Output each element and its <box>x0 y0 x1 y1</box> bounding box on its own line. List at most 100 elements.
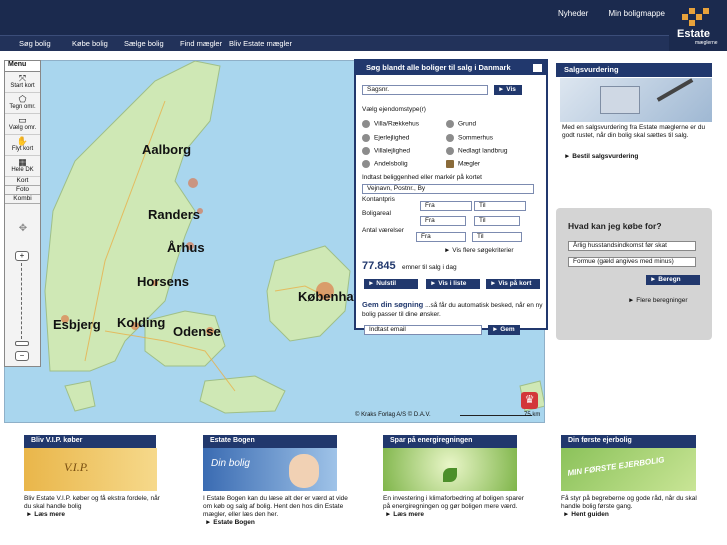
show-map-button[interactable]: ► Vis på kort <box>486 279 540 289</box>
nav-find-agent[interactable]: Find mægler <box>180 39 222 48</box>
location-label: Indtast beliggenhed eller markér på kort… <box>362 174 482 181</box>
card-book-link[interactable]: ► Estate Bogen <box>205 519 361 526</box>
type-landbrug-label: Nedlagt landbrug <box>458 147 508 155</box>
type-ejerlejlighed-label: Ejerlejlighed <box>374 134 410 142</box>
estate-logo[interactable]: Estate mæglerne <box>669 0 727 51</box>
card-energy: Spar på energiregningen En investering i… <box>383 435 541 518</box>
location-input[interactable]: Vejnavn, Postnr., By <box>362 184 534 194</box>
card-vip-title[interactable]: Bliv V.I.P. køber <box>24 435 156 448</box>
logo-text: Estate <box>677 28 711 40</box>
nav-sell-home[interactable]: Sælge bolig <box>124 39 164 48</box>
result-count: 77.845 <box>362 260 396 272</box>
card-energy-link[interactable]: ► Læs mere <box>385 511 541 518</box>
zoom-slider[interactable] <box>21 263 22 339</box>
city-kolding[interactable]: Kolding <box>117 315 165 330</box>
case-number-input[interactable]: Sagsnr. <box>362 85 488 95</box>
landbrug-badge-icon <box>446 147 454 155</box>
more-criteria-link[interactable]: ► Vis flere søgekriterier <box>444 247 514 254</box>
zoom-in-button[interactable]: + <box>15 251 29 261</box>
grund-badge-icon <box>446 120 454 128</box>
assets-input[interactable]: Formue (gæld angives med minus) <box>568 257 696 267</box>
card-energy-image[interactable] <box>383 448 517 491</box>
card-energy-title[interactable]: Spar på energiregningen <box>383 435 517 448</box>
tool-pan-map[interactable]: ✋ Flyt kort <box>5 135 40 156</box>
show-list-label: Vis i liste <box>438 280 467 287</box>
type-andelsbolig[interactable]: Andelsbolig <box>362 160 408 168</box>
map-scale-label: 75 km <box>524 412 541 418</box>
calculate-label: Beregn <box>658 276 681 283</box>
news-link[interactable]: Nyheder <box>558 9 588 18</box>
nav-search-home[interactable]: Søg bolig <box>19 39 51 48</box>
reset-button[interactable]: ► Nulstil <box>364 279 418 289</box>
show-case-button[interactable]: ► Vis <box>494 85 522 95</box>
rooms-to-input[interactable]: Til <box>472 232 522 242</box>
card-vip-image[interactable]: V.I.P. <box>24 448 157 491</box>
card-first-home-title[interactable]: Din første ejerbolig <box>561 435 696 448</box>
type-nedlagt-landbrug[interactable]: Nedlagt landbrug <box>446 147 508 155</box>
type-maegler[interactable]: Mægler <box>446 160 480 168</box>
save-search-title[interactable]: Gem din søgning <box>362 300 423 309</box>
type-grund[interactable]: Grund <box>446 120 476 128</box>
income-input[interactable]: Årlig husstandsindkomst før skat <box>568 241 696 251</box>
card-book-image[interactable]: Din bolig <box>203 448 337 491</box>
card-first-home-link[interactable]: ► Hent guiden <box>563 511 719 518</box>
map-toolbar: Menu ⤧ Start kort ⬠ Tegn omr. ▭ Vælg omr. ✋… <box>4 60 41 367</box>
area-from-input[interactable]: Fra <box>420 216 466 226</box>
map-tab-photo[interactable]: Foto <box>5 186 40 195</box>
valuation-link[interactable]: ► Bestil salgsvurdering <box>564 153 638 160</box>
type-villalejlighed-label: Villalejlighed <box>374 147 411 155</box>
result-count-suffix: emner til salg i dag <box>402 264 457 271</box>
more-calculations-link[interactable]: ► Flere beregninger <box>628 297 688 304</box>
my-folder-link[interactable]: Min boligmappe <box>609 9 665 18</box>
type-label: Vælg ejendomstype(r) <box>362 106 426 113</box>
price-to-input[interactable]: Til <box>474 201 526 211</box>
rooms-label: Antal værelser <box>362 227 404 234</box>
zoom-out-button[interactable]: − <box>15 351 29 361</box>
type-sommerhus-label: Sommerhus <box>458 134 494 142</box>
type-sommerhus[interactable]: Sommerhus <box>446 134 493 142</box>
rooms-from-input[interactable]: Fra <box>416 232 466 242</box>
villa-badge-icon <box>362 120 370 128</box>
zoom-handle[interactable] <box>15 341 29 346</box>
price-from-input[interactable]: Fra <box>420 201 472 211</box>
save-button[interactable]: ► Gem <box>488 325 520 335</box>
nav-buy-home[interactable]: Købe bolig <box>72 39 108 48</box>
nav-become-agent[interactable]: Bliv Estate mægler <box>229 39 292 48</box>
tool-start-map[interactable]: ⤧ Start kort <box>5 72 40 93</box>
pan-control-icon[interactable]: ✥ <box>9 223 37 245</box>
leaf-sprout-icon <box>443 468 457 482</box>
email-input[interactable]: Indtast email <box>364 325 482 335</box>
tool-whole-denmark[interactable]: ▦ Hele DK <box>5 156 40 177</box>
maegler-badge-icon <box>446 160 454 168</box>
polygon-icon: ⬠ <box>18 94 27 104</box>
city-horsens[interactable]: Horsens <box>137 274 189 289</box>
card-book-title[interactable]: Estate Bogen <box>203 435 337 448</box>
card-first-home-image[interactable]: MIN FØRSTE EJERBOLIG <box>561 448 696 491</box>
type-villalejlighed[interactable]: Villalejlighed <box>362 147 410 155</box>
show-list-button[interactable]: ► Vis i liste <box>426 279 480 289</box>
card-book-image-text: Din bolig <box>211 458 250 469</box>
minimize-icon[interactable] <box>533 64 542 72</box>
city-randers[interactable]: Randers <box>148 207 200 222</box>
tool-draw-area[interactable]: ⬠ Tegn omr. <box>5 93 40 114</box>
city-odense[interactable]: Odense <box>173 324 221 339</box>
krak-logo-icon: ♛ <box>521 392 538 409</box>
calculate-button[interactable]: ► Beregn <box>646 275 700 285</box>
card-vip-link[interactable]: ► Læs mere <box>26 511 182 518</box>
area-to-input[interactable]: Til <box>474 216 520 226</box>
tool-pan-map-label: Flyt kort <box>11 146 34 152</box>
sommerhus-badge-icon <box>446 134 454 142</box>
map-tab-combo[interactable]: Kombi <box>5 195 40 204</box>
search-panel: Søg blandt alle boliger til salg i Danma… <box>354 59 548 335</box>
map-tab-map[interactable]: Kort <box>5 177 40 186</box>
valuation-text: Med en salgsvurdering fra Estate mæglern… <box>562 124 706 139</box>
type-villa[interactable]: Villa/Rækkehus <box>362 120 419 128</box>
city-aarhus[interactable]: Århus <box>167 240 205 255</box>
type-ejerlejlighed[interactable]: Ejerlejlighed <box>362 134 409 142</box>
city-esbjerg[interactable]: Esbjerg <box>53 317 101 332</box>
city-aalborg[interactable]: Aalborg <box>142 142 191 157</box>
type-villa-label: Villa/Rækkehus <box>374 120 420 128</box>
map-menu-title[interactable]: Menu <box>5 61 40 72</box>
tool-select-area[interactable]: ▭ Vælg omr. <box>5 114 40 135</box>
save-search-text: Gem din søgning ...så får du automatisk … <box>362 300 544 319</box>
